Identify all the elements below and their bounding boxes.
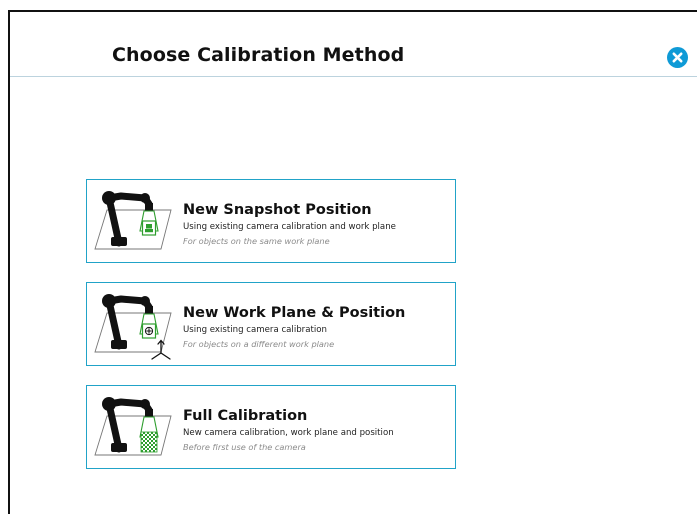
robot-arm-work-plane-icon	[94, 294, 172, 360]
close-button[interactable]	[667, 47, 688, 68]
title-divider	[10, 76, 697, 77]
option-description: Using existing camera calibration	[183, 325, 327, 335]
option-title: Full Calibration	[183, 408, 308, 424]
option-title: New Work Plane & Position	[183, 305, 406, 321]
close-icon	[672, 52, 683, 63]
option-title: New Snapshot Position	[183, 202, 372, 218]
robot-arm-snapshot-icon	[94, 191, 172, 250]
option-description: New camera calibration, work plane and p…	[183, 428, 394, 438]
new-work-plane-position-button[interactable]: New Work Plane & Position Using existing…	[86, 282, 456, 366]
option-note: For objects on a different work plane	[183, 339, 335, 349]
option-note: Before first use of the camera	[183, 442, 306, 452]
new-snapshot-position-button[interactable]: New Snapshot Position Using existing cam…	[86, 179, 456, 263]
option-note: For objects on the same work plane	[183, 236, 330, 246]
full-calibration-button[interactable]: Full Calibration New camera calibration,…	[86, 385, 456, 469]
robot-arm-calibration-grid-icon	[94, 397, 172, 456]
dialog-title: Choose Calibration Method	[112, 44, 405, 66]
option-description: Using existing camera calibration and wo…	[183, 222, 396, 232]
